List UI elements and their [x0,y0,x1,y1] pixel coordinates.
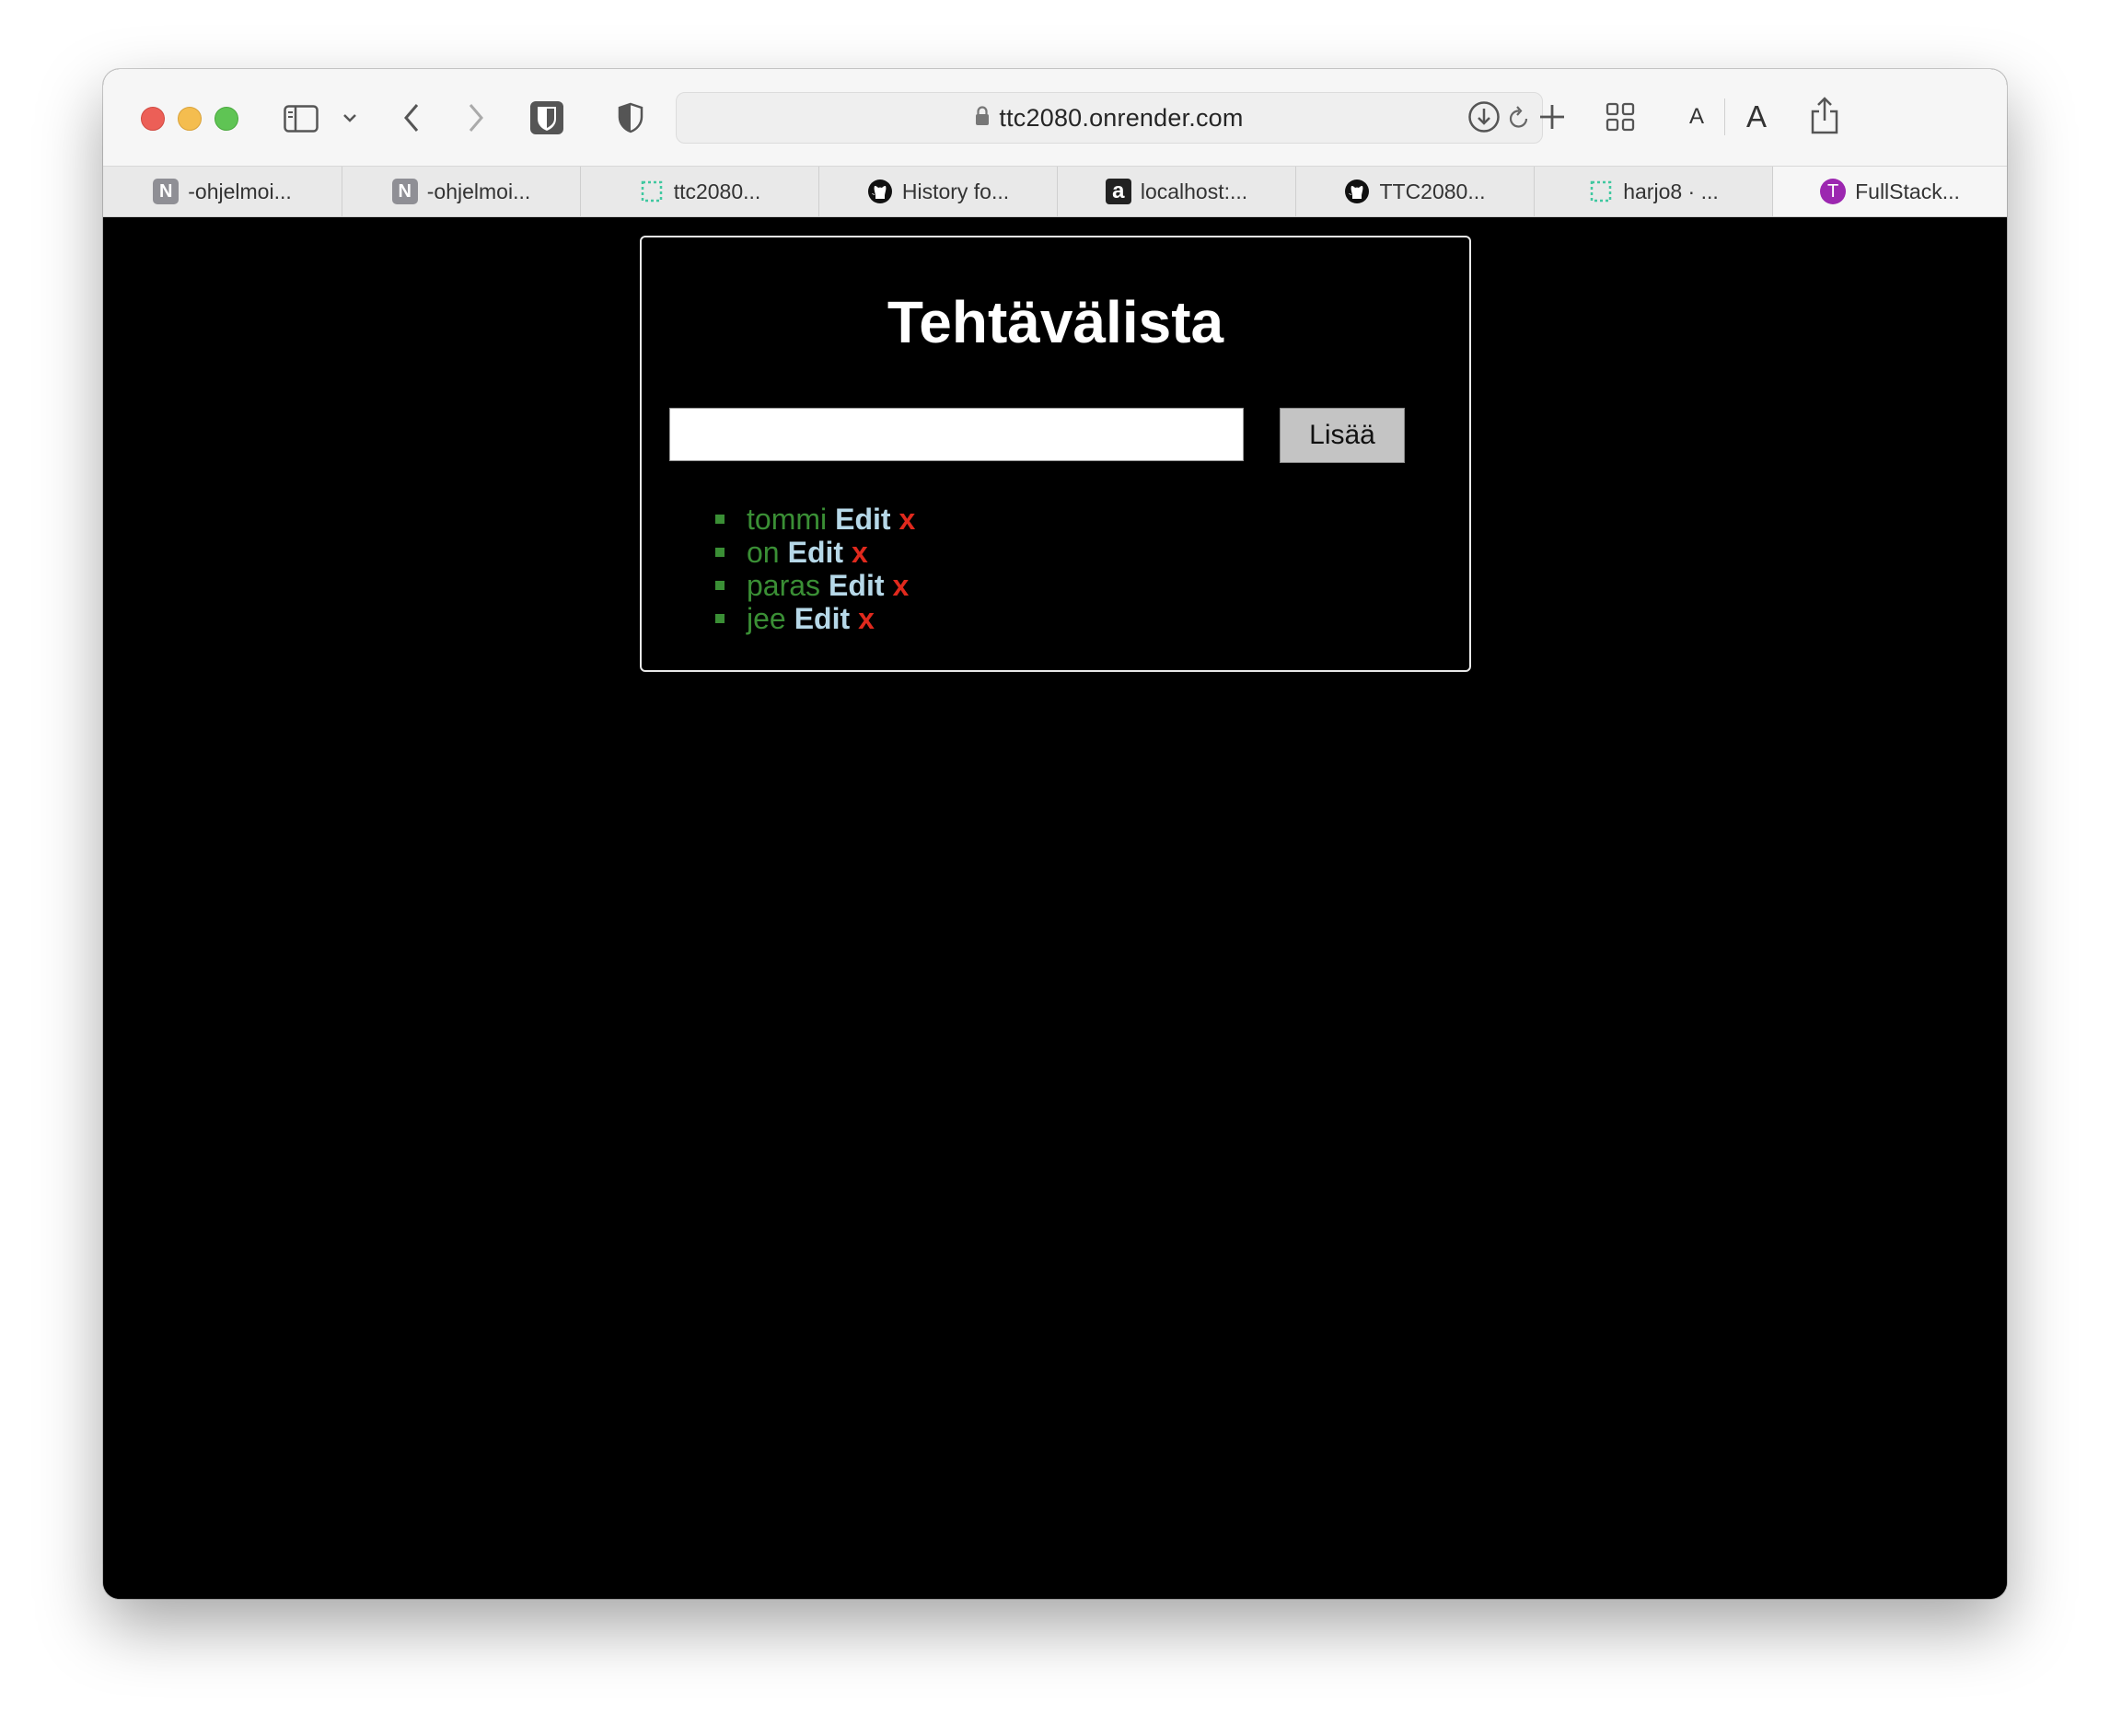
edit-button[interactable]: Edit [829,569,884,603]
close-window-button[interactable] [141,107,165,131]
address-bar[interactable]: ttc2080.onrender.com [676,92,1543,144]
edit-button[interactable]: Edit [835,503,890,537]
tab-title: History fo... [901,179,1010,203]
bullet-icon [715,614,725,623]
tab-6[interactable]: TTC2080... [1296,167,1535,216]
chevron-down-icon[interactable] [340,108,360,128]
tab-1[interactable]: N -ohjelmoi... [103,167,342,216]
bullet-icon [715,548,725,557]
increase-font-button[interactable]: A [1740,97,1773,137]
todo-item: paras Edit x [715,569,915,602]
tab-title: -ohjelmoi... [188,179,292,203]
tab-7[interactable]: harjo8 · ... [1535,167,1773,216]
reload-icon[interactable] [1507,105,1531,135]
github-icon [867,179,893,204]
edit-button[interactable]: Edit [788,536,843,570]
page-content: Tehtävälista Lisää tommi Edit x on Edit … [103,217,2007,1599]
tab-2[interactable]: N -ohjelmoi... [342,167,581,216]
edit-button[interactable]: Edit [794,602,850,636]
delete-button[interactable]: x [858,602,875,636]
todo-item: tommi Edit x [715,503,915,536]
tab-4[interactable]: History fo... [819,167,1058,216]
minimize-window-button[interactable] [178,107,202,131]
tab-title: ttc2080... [673,179,761,203]
tab-title: -ohjelmoi... [426,179,531,203]
tab-title: localhost:... [1140,179,1248,203]
todo-text: tommi [747,502,828,536]
decrease-font-button[interactable]: A [1683,100,1710,133]
share-icon[interactable] [1808,95,1841,137]
a-icon: a [1105,179,1131,204]
github-icon [1344,179,1370,204]
todo-input[interactable] [669,408,1244,461]
tab-overview-grid-icon[interactable] [1604,100,1637,133]
lock-icon [975,105,990,131]
todo-text: paras [747,568,821,602]
tab-title: TTC2080... [1379,179,1486,203]
todo-card: Tehtävälista Lisää tommi Edit x on Edit … [640,236,1471,672]
zoom-window-button[interactable] [214,107,238,131]
font-large-label: A [1745,99,1767,133]
todo-item: jee Edit x [715,602,915,635]
notion-icon: N [153,179,180,204]
privacy-shield-icon[interactable] [614,100,647,135]
render-icon [639,179,665,204]
todo-text: on [747,535,780,569]
add-button[interactable]: Lisää [1280,408,1405,463]
notion-icon: N [391,179,418,204]
tab-title: harjo8 · ... [1623,179,1719,203]
delete-button[interactable]: x [899,503,916,537]
tab-3[interactable]: ttc2080... [581,167,819,216]
todo-text: jee [747,601,786,635]
url-text: ttc2080.onrender.com [999,103,1244,132]
page-title: Tehtävälista [887,289,1224,355]
browser-window: ttc2080.onrender.com A A N -ohjelmoi... [103,69,2007,1599]
tab-5[interactable]: a localhost:... [1058,167,1296,216]
delete-button[interactable]: x [892,569,909,603]
bullet-icon [715,581,725,590]
toolbar-divider [1724,98,1725,135]
todo-item: on Edit x [715,536,915,569]
sidebar-toggle-icon[interactable] [282,100,320,137]
tab-8-active[interactable]: T FullStack... [1773,167,2007,216]
font-small-label: A [1688,104,1704,129]
delete-button[interactable]: x [852,536,868,570]
new-tab-plus-icon[interactable] [1536,100,1569,133]
bitwarden-extension-icon[interactable] [528,99,565,136]
tab-bar: N -ohjelmoi... N -ohjelmoi... ttc2080...… [103,167,2007,217]
tab-title: FullStack... [1855,179,1960,203]
forward-arrow-icon[interactable] [462,98,490,137]
render-icon [1588,179,1614,204]
back-arrow-icon[interactable] [398,98,425,137]
download-icon[interactable] [1466,98,1502,135]
t-avatar-icon: T [1820,179,1847,204]
browser-toolbar: ttc2080.onrender.com A A [103,69,2007,167]
todo-list: tommi Edit x on Edit x paras Edit x jee … [715,503,915,635]
bullet-icon [715,515,725,524]
